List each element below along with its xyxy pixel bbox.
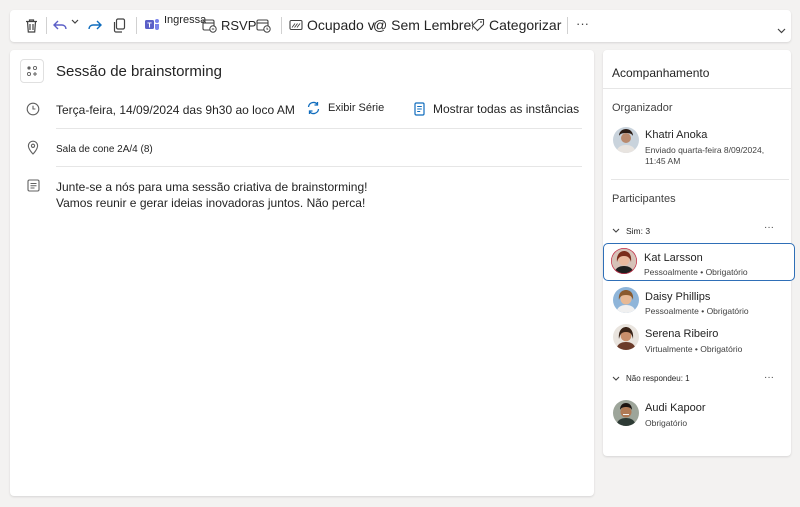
status-busy-icon (289, 19, 303, 31)
copy-button[interactable] (113, 18, 126, 33)
organizer-name[interactable]: Khatri Anoka (645, 129, 707, 141)
yes-group-toggle[interactable]: Sim: 3 (612, 226, 650, 236)
organizer-label: Organizador (612, 102, 673, 114)
show-instances-label: Mostrar todas as instâncias (433, 102, 580, 116)
more-label: ··· (576, 16, 589, 31)
join-teams-button[interactable]: T Ingressar (144, 16, 206, 32)
calendar-options-button[interactable] (256, 18, 271, 33)
more-options-button[interactable]: ··· (576, 16, 589, 31)
show-instances-link[interactable]: Mostrar todas as instâncias (414, 102, 579, 116)
view-series-link[interactable]: Exibir Série (306, 101, 384, 115)
tag-icon (471, 18, 485, 32)
chevron-down-icon (777, 28, 786, 34)
yes-group-label: Sim: 3 (626, 226, 651, 236)
trash-icon (24, 18, 39, 34)
rsvp-label: RSVP (221, 18, 257, 33)
status-label: Ocupado v (307, 17, 375, 33)
join-label: Ingressar (164, 16, 206, 26)
participant-detail: Virtualmente • Obrigatório (645, 344, 743, 354)
participant-detail: Obrigatório (645, 418, 688, 428)
copy-icon (113, 18, 126, 33)
command-toolbar: T Ingressar RSVP Ocupado v @ Sem Lembret… (10, 10, 791, 42)
forward-button[interactable] (87, 18, 103, 32)
chevron-down-icon (71, 19, 79, 25)
document-icon (414, 102, 425, 116)
description-line-2: Vamos reunir e gerar ideias inovadoras j… (56, 196, 366, 210)
participant-name: Daisy Phillips (645, 291, 711, 303)
calendar-reply-icon (202, 18, 217, 33)
yes-group-more-button[interactable]: ··· (764, 222, 774, 233)
participant-name: Kat Larsson (644, 252, 703, 264)
description-line-1: Junte-se a nós para uma sessão criativa … (56, 180, 368, 194)
delete-button[interactable] (24, 18, 39, 34)
calendar-clock-icon (256, 18, 271, 33)
avatar (613, 127, 639, 153)
avatar (613, 287, 639, 313)
show-as-dropdown[interactable]: Ocupado v (289, 17, 375, 33)
notes-icon (27, 179, 40, 192)
categorize-label: Categorizar (489, 17, 562, 33)
avatar (613, 400, 639, 426)
no-reply-group-label: Não respondeu: 1 (626, 374, 690, 383)
event-location[interactable]: Sala de cone 2A/4 (8) (56, 144, 153, 155)
participant-detail: Pessoalmente • Obrigatório (644, 267, 748, 277)
chevron-down-icon (612, 228, 620, 234)
teams-icon: T (144, 16, 160, 32)
avatar (611, 248, 637, 274)
category-icon[interactable] (20, 59, 44, 83)
clock-icon (26, 102, 40, 116)
participant-detail: Pessoalmente • Obrigatório (645, 306, 749, 316)
no-reply-group-toggle[interactable]: Não respondeu: 1 (612, 374, 690, 383)
recurrence-icon (306, 101, 321, 115)
rsvp-button[interactable]: RSVP (202, 18, 256, 33)
view-series-label: Exibir Série (328, 102, 385, 114)
organizer-sent-line-1: Enviado quarta-feira 8/09/2024, (645, 145, 765, 155)
participant-name: Audi Kapoor (645, 402, 706, 414)
participants-label: Participantes (612, 193, 676, 205)
more-label: ··· (764, 372, 774, 383)
categorize-button[interactable]: Categorizar (471, 17, 561, 33)
event-title[interactable]: Sessão de brainstorming (56, 63, 222, 80)
svg-text:T: T (147, 23, 152, 30)
participant-name: Serena Ribeiro (645, 328, 719, 340)
avatar (613, 324, 639, 350)
organizer-sent-line-2: 11:45 AM (645, 156, 681, 166)
reminder-label: @ Sem Lembrete (373, 17, 473, 33)
chevron-down-icon (612, 376, 620, 382)
more-label: ··· (764, 222, 774, 233)
event-details-panel: Sessão de brainstorming Terça-feira, 14/… (10, 50, 594, 496)
reminder-dropdown[interactable]: @ Sem Lembrete (373, 17, 473, 33)
reply-icon (52, 18, 68, 32)
expand-ribbon-button[interactable] (777, 28, 786, 34)
forward-icon (87, 18, 103, 32)
no-reply-more-button[interactable]: ··· (764, 372, 774, 383)
tracking-heading: Acompanhamento (612, 66, 710, 80)
reply-dropdown[interactable] (71, 19, 79, 25)
event-datetime[interactable]: Terça-feira, 14/09/2024 das 9h30 ao loco… (56, 103, 295, 117)
location-icon (27, 140, 39, 155)
reply-button[interactable] (52, 18, 68, 32)
